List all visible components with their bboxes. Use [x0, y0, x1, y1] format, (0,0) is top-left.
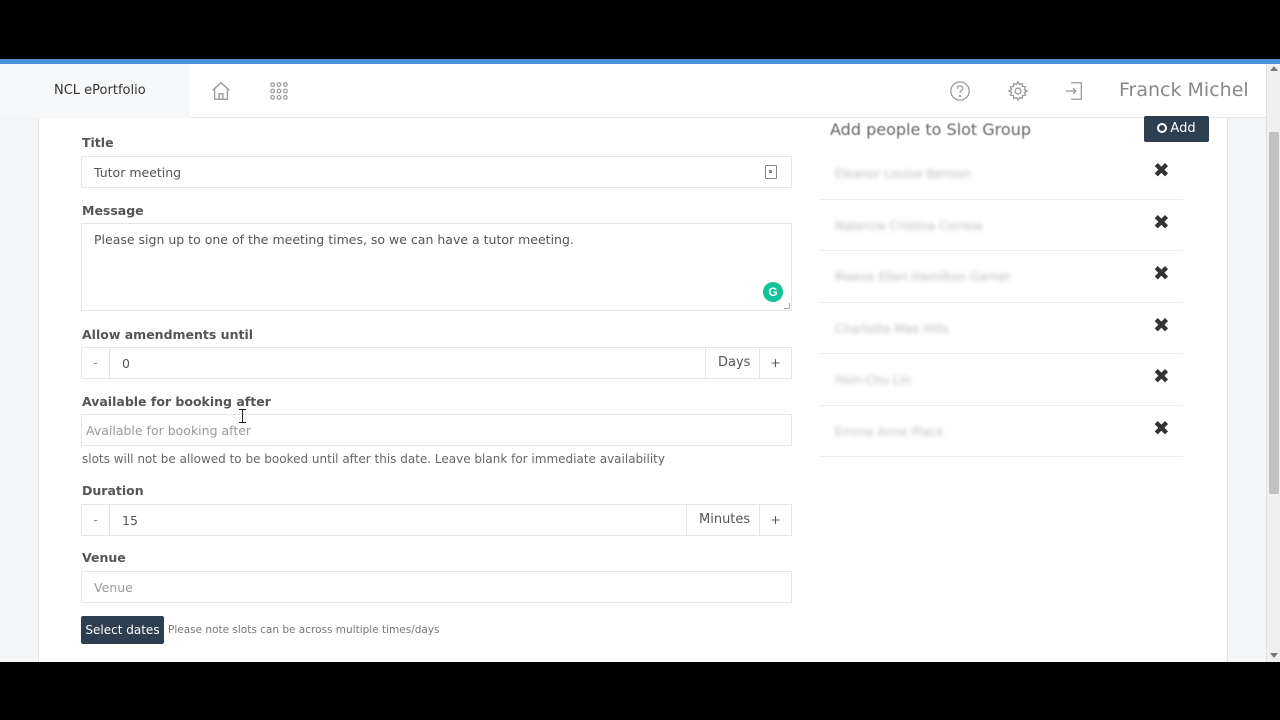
list-item: Maeve Ellen Hamilton Garner ✖	[819, 251, 1183, 303]
message-value: Please sign up to one of the meeting tim…	[94, 232, 574, 247]
slot-group-title: Add people to Slot Group	[830, 120, 1031, 139]
settings-icon[interactable]	[1005, 78, 1031, 104]
grammarly-icon[interactable]: G	[763, 282, 783, 302]
venue-input[interactable]: Venue	[81, 571, 792, 603]
remove-person-icon[interactable]: ✖	[1153, 313, 1170, 337]
brand-area: NCL ePortfolio	[0, 64, 190, 118]
brand-title[interactable]: NCL ePortfolio	[54, 83, 146, 98]
person-name: Maeve Ellen Hamilton Garner	[835, 270, 1011, 284]
select-dates-button[interactable]: Select dates	[81, 616, 164, 644]
home-icon[interactable]	[208, 78, 234, 104]
scroll-up-arrow-icon[interactable]	[1270, 66, 1278, 71]
venue-label: Venue	[82, 550, 126, 565]
amendments-label: Allow amendments until	[82, 327, 254, 342]
slot-form-panel: Title Tutor meeting Message Please sign …	[38, 116, 1228, 662]
amendments-stepper[interactable]: - 0 Days +	[81, 347, 792, 379]
amendments-unit: Days	[705, 348, 762, 378]
help-icon[interactable]	[947, 78, 973, 104]
resize-handle[interactable]	[784, 303, 790, 309]
list-item: Charlotte Mae Hills ✖	[819, 303, 1183, 354]
remove-person-icon[interactable]: ✖	[1153, 364, 1170, 388]
page-scrollbar[interactable]	[1266, 64, 1280, 662]
app-window: NCL ePortfolio Franck Michel Title Tutor…	[0, 64, 1280, 662]
duration-increment-button[interactable]: +	[759, 505, 791, 535]
text-cursor-icon	[239, 409, 246, 423]
title-value: Tutor meeting	[94, 165, 182, 180]
screen: NCL ePortfolio Franck Michel Title Tutor…	[0, 0, 1280, 720]
list-item: Hsin-Chu Lin ✖	[819, 354, 1183, 406]
list-item: Emma Anne Place ✖	[819, 406, 1183, 457]
remove-person-icon[interactable]: ✖	[1153, 261, 1170, 285]
top-navbar: NCL ePortfolio Franck Michel	[0, 64, 1266, 118]
message-label: Message	[82, 203, 144, 218]
person-name: Natercia Cristina Correia	[835, 218, 983, 233]
person-name: Charlotte Mae Hills	[835, 321, 949, 336]
select-dates-note: Please note slots can be across multiple…	[168, 624, 440, 636]
letterbox-bottom	[0, 662, 1280, 720]
user-name[interactable]: Franck Michel	[1119, 79, 1249, 101]
remove-person-icon[interactable]: ✖	[1153, 158, 1170, 182]
duration-stepper[interactable]: - 15 Minutes +	[81, 504, 792, 536]
logout-icon[interactable]	[1061, 78, 1087, 104]
scroll-thumb[interactable]	[1269, 132, 1279, 494]
scroll-down-arrow-icon[interactable]	[1270, 653, 1278, 658]
list-item: Eleanor Louise Benson ✖	[819, 148, 1183, 200]
title-input[interactable]: Tutor meeting	[81, 156, 792, 188]
venue-placeholder: Venue	[94, 580, 133, 595]
remove-person-icon[interactable]: ✖	[1153, 210, 1170, 234]
person-name: Emma Anne Place	[835, 424, 944, 439]
add-button-label: Add	[1170, 121, 1196, 136]
remove-person-icon[interactable]: ✖	[1153, 416, 1170, 440]
person-name: Hsin-Chu Lin	[835, 373, 911, 387]
booking-after-input[interactable]: Available for booking after	[81, 414, 792, 446]
add-people-button[interactable]: Add	[1144, 116, 1209, 142]
booking-after-placeholder: Available for booking after	[86, 423, 252, 438]
duration-value[interactable]: 15	[122, 513, 138, 528]
people-list: Eleanor Louise Benson ✖ Natercia Cristin…	[819, 148, 1183, 457]
title-label: Title	[82, 135, 114, 150]
duration-decrement-button[interactable]: -	[82, 505, 110, 535]
amendments-increment-button[interactable]: +	[759, 348, 791, 378]
booking-after-help: slots will not be allowed to be booked u…	[82, 452, 665, 466]
field-contact-icon	[765, 165, 777, 179]
letterbox-top	[0, 0, 1280, 59]
amendments-value[interactable]: 0	[122, 356, 130, 371]
apps-grid-icon[interactable]	[266, 78, 292, 104]
person-name: Eleanor Louise Benson	[835, 167, 971, 181]
amendments-decrement-button[interactable]: -	[82, 348, 110, 378]
duration-unit: Minutes	[686, 505, 762, 535]
list-item: Natercia Cristina Correia ✖	[819, 200, 1183, 251]
duration-label: Duration	[82, 483, 144, 498]
message-textarea[interactable]: Please sign up to one of the meeting tim…	[81, 223, 792, 311]
booking-after-label: Available for booking after	[82, 394, 271, 409]
search-icon	[1157, 123, 1168, 133]
